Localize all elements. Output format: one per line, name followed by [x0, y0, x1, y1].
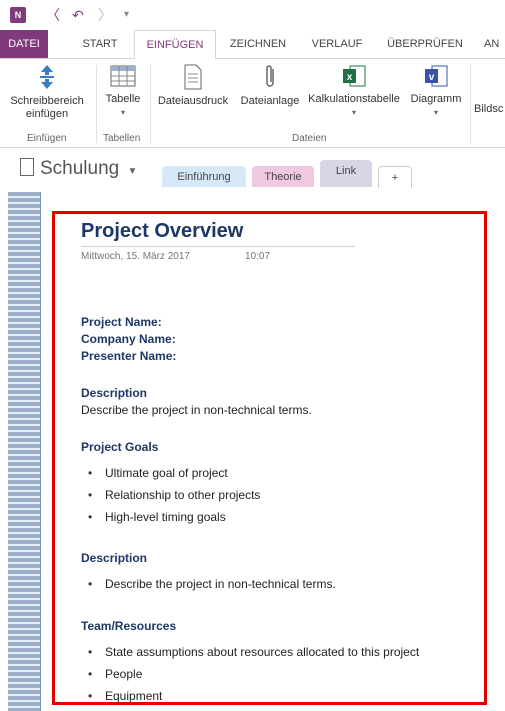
file-attachment-button[interactable]: Dateianlage [236, 63, 304, 108]
list-item: Equipment [88, 689, 162, 703]
list-item: State assumptions about resources alloca… [88, 645, 419, 659]
description-text: Describe the project in non-technical te… [81, 403, 312, 417]
diagram-dropdown-icon: ▾ [433, 108, 438, 117]
insert-space-button[interactable]: Schreibbereich einfügen [2, 63, 92, 121]
project-name-label: Project Name: [81, 315, 162, 329]
table-button[interactable]: Tabelle ▾ [100, 63, 146, 119]
insert-space-icon [40, 65, 54, 89]
tab-zeichnen[interactable]: ZEICHNEN [222, 30, 294, 58]
section-tab-link[interactable]: Link [320, 160, 372, 187]
notebook-selector[interactable]: Schulung ▼ [20, 158, 137, 180]
spreadsheet-button[interactable]: x Kalkulationstabelle ▾ [304, 63, 404, 119]
tab-datei[interactable]: DATEI [0, 30, 48, 58]
tab-ueberpruefen[interactable]: ÜBERPRÜFEN [382, 30, 468, 58]
spreadsheet-dropdown-icon: ▾ [351, 108, 356, 117]
list-item: Relationship to other projects [88, 488, 260, 502]
notebook-bar: Schulung ▼ Einführung Theorie Link + [0, 148, 505, 188]
description-heading: Description [81, 386, 148, 400]
list-item: High-level timing goals [88, 510, 226, 524]
spreadsheet-label: Kalkulationstabelle [308, 93, 400, 105]
svg-text:x: x [347, 72, 353, 83]
group-label-insert: Einfügen [27, 133, 67, 144]
ribbon-tabs: DATEI START EINFÜGEN ZEICHNEN VERLAUF ÜB… [0, 30, 505, 60]
notebook-binding-strip [8, 192, 41, 711]
diagram-button[interactable]: v Diagramm ▾ [404, 63, 468, 119]
company-name-label: Company Name: [81, 332, 176, 346]
project-goals-heading: Project Goals [81, 440, 159, 454]
team-resources-heading: Team/Resources [81, 619, 177, 633]
notebook-name: Schulung [40, 158, 120, 179]
insert-space-label-2: einfügen [25, 108, 69, 120]
page-title[interactable]: Project Overview [81, 220, 243, 243]
diagram-label: Diagramm [410, 93, 462, 105]
list-item: Ultimate goal of project [88, 466, 228, 480]
title-underline [81, 246, 355, 247]
tab-einfuegen[interactable]: EINFÜGEN [134, 30, 216, 60]
page-date: Mittwoch, 15. März 2017 [81, 251, 190, 262]
onenote-logo-icon: N [10, 7, 26, 23]
customize-icon[interactable]: ▾ [124, 6, 129, 24]
screenshot-button[interactable]: Bildsc [474, 103, 505, 116]
presenter-name-label: Presenter Name: [81, 349, 177, 363]
file-printout-button[interactable]: Dateiausdruck [152, 63, 234, 108]
table-dropdown-icon: ▾ [120, 108, 125, 117]
excel-icon: x [343, 65, 366, 87]
screenshot-label: Bildsc [474, 103, 504, 115]
group-separator [470, 65, 471, 143]
section-tab-theorie[interactable]: Theorie [252, 166, 314, 187]
svg-text:v: v [429, 72, 435, 83]
add-section-button[interactable]: + [378, 166, 412, 188]
group-label-files: Dateien [292, 133, 327, 144]
file-printout-label: Dateiausdruck [157, 95, 229, 107]
page-time: 10:07 [245, 251, 271, 262]
back-icon[interactable]: 〈 [46, 6, 60, 24]
group-separator [96, 65, 97, 143]
quick-access-toolbar: N 〈 ↶ 〉 ▾ [0, 0, 505, 30]
section-tab-einfuehrung[interactable]: Einführung [162, 166, 246, 187]
undo-icon[interactable]: ↶ [72, 6, 84, 24]
group-label-tables: Tabellen [103, 133, 141, 144]
chevron-down-icon: ▼ [127, 166, 138, 177]
tab-verlauf[interactable]: VERLAUF [306, 30, 368, 58]
file-printout-icon [184, 64, 202, 90]
notebook-icon [20, 158, 34, 176]
file-attachment-label: Dateianlage [240, 95, 300, 107]
group-separator [150, 65, 151, 143]
table-label: Tabelle [105, 93, 141, 105]
table-icon [110, 65, 136, 87]
paperclip-icon [266, 65, 274, 87]
visio-icon: v [425, 65, 448, 87]
forward-icon[interactable]: 〉 [98, 6, 112, 24]
insert-space-label-1: Schreibbereich [10, 95, 84, 107]
description-heading-2: Description [81, 551, 148, 565]
list-item: Describe the project in non-technical te… [88, 577, 336, 591]
list-item: People [88, 667, 143, 681]
ribbon: Schreibbereich einfügen Tabelle ▾ Dateia… [0, 59, 505, 148]
tab-start[interactable]: START [72, 30, 128, 58]
tab-more[interactable]: AN [484, 30, 505, 58]
